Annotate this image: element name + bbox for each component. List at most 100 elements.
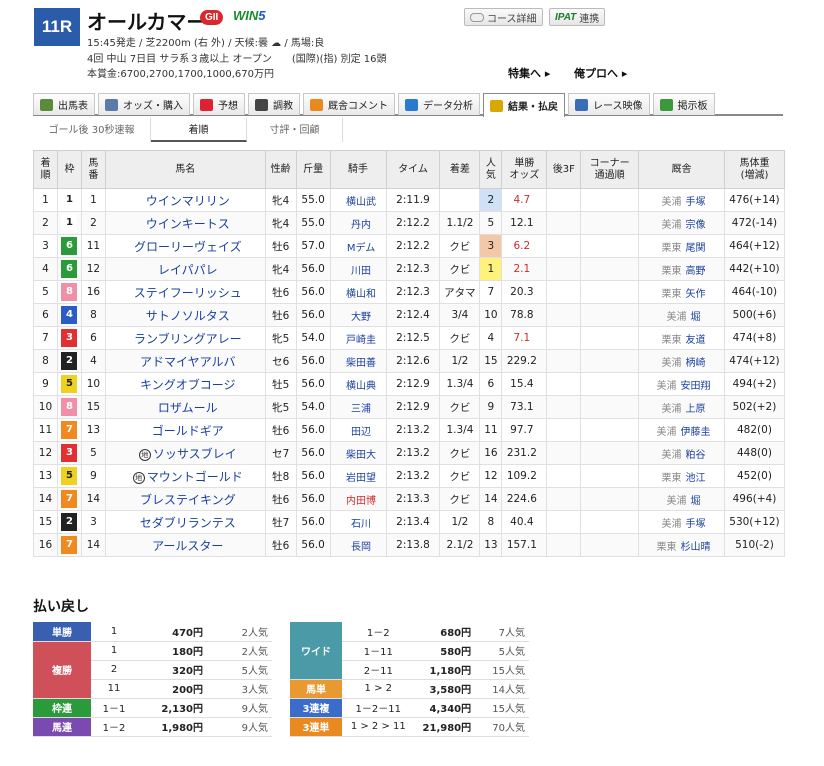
horse-name-link[interactable]: マウントゴールド — [147, 470, 243, 484]
horse-name-cell[interactable]: 地ソッサスブレイ — [104, 441, 266, 465]
jockey-cell[interactable]: 丹内 — [329, 211, 387, 235]
horse-name-cell[interactable]: キングオブコージ — [104, 372, 266, 396]
subtab-2[interactable]: 着順 — [151, 118, 247, 142]
trainer-name-link[interactable]: 粕谷 — [685, 450, 705, 461]
trainer-name-link[interactable]: 堀 — [690, 496, 700, 507]
trainer-name-link[interactable]: 池江 — [685, 473, 705, 484]
tab-5[interactable]: 厩舎コメント — [303, 93, 395, 115]
horse-name-cell[interactable]: レイパパレ — [104, 257, 266, 281]
horse-name-cell[interactable]: サトノソルタス — [104, 303, 266, 327]
trainer-name-link[interactable]: 杉山晴 — [680, 542, 710, 553]
tab-7[interactable]: 結果・払戻 — [483, 93, 565, 117]
trainer-cell[interactable]: 栗東 池江 — [638, 464, 725, 488]
trainer-cell[interactable]: 美浦 伊藤圭 — [638, 418, 725, 442]
horse-name-cell[interactable]: 地マウントゴールド — [104, 464, 266, 488]
horse-name-link[interactable]: グローリーヴェイズ — [134, 240, 242, 254]
trainer-cell[interactable]: 栗東 杉山晴 — [638, 533, 725, 557]
trainer-name-link[interactable]: 矢作 — [685, 289, 705, 300]
payout-amount: 470円 — [137, 622, 207, 642]
trainer-cell[interactable]: 栗東 矢作 — [638, 280, 725, 304]
horse-name-cell[interactable]: アールスター — [104, 533, 266, 557]
horse-name-link[interactable]: ランブリングアレー — [134, 332, 242, 346]
horse-name-cell[interactable]: セダブリランテス — [104, 510, 266, 534]
tab-8[interactable]: レース映像 — [568, 93, 650, 115]
race-header: 11R オールカマー GII WIN5 15:45発走 / 芝2200m (右 … — [0, 0, 824, 90]
horse-name-link[interactable]: セダブリランテス — [140, 516, 236, 530]
horse-name-link[interactable]: アドマイヤアルバ — [140, 355, 236, 369]
horse-name-link[interactable]: アールスター — [152, 539, 223, 553]
tab-6[interactable]: データ分析 — [398, 93, 480, 115]
ipat-link-button[interactable]: IPAT 連携 — [549, 8, 606, 26]
jockey-cell[interactable]: 長岡 — [329, 533, 387, 557]
trainer-cell[interactable]: 美浦 上原 — [638, 395, 725, 419]
trainer-name-link[interactable]: 上原 — [685, 404, 705, 415]
jockey-cell[interactable]: 横山武 — [329, 188, 387, 212]
trainer-name-link[interactable]: 安田翔 — [680, 381, 710, 392]
horse-name-cell[interactable]: ステイフーリッシュ — [104, 280, 266, 304]
trainer-name-link[interactable]: 尾関 — [685, 243, 705, 254]
course-detail-button[interactable]: コース詳細 — [464, 8, 543, 26]
waku-badge: 7 — [61, 421, 78, 439]
tab-4[interactable]: 調教 — [248, 93, 300, 115]
horse-name-link[interactable]: ステイフーリッシュ — [134, 286, 242, 300]
tab-3[interactable]: 予想 — [193, 93, 245, 115]
trainer-cell[interactable]: 栗東 友道 — [638, 326, 725, 350]
trainer-name-link[interactable]: 手塚 — [685, 519, 705, 530]
horse-name-cell[interactable]: ブレステイキング — [104, 487, 266, 511]
horse-name-link[interactable]: ロザムール — [158, 401, 218, 415]
horse-name-cell[interactable]: ゴールドギア — [104, 418, 266, 442]
jockey-cell[interactable]: 柴田大 — [329, 441, 387, 465]
trainer-cell[interactable]: 美浦堀 — [638, 303, 725, 327]
trainer-cell[interactable]: 栗東 尾関 — [638, 234, 725, 258]
horse-name-link[interactable]: ソッサスブレイ — [153, 447, 237, 461]
horse-name-link[interactable]: サトノソルタス — [146, 309, 230, 323]
jockey-cell[interactable]: 柴田善 — [329, 349, 387, 373]
trainer-cell[interactable]: 美浦 柄崎 — [638, 349, 725, 373]
trainer-cell[interactable]: 美浦 粕谷 — [638, 441, 725, 465]
subtab-3[interactable]: 寸評・回顧 — [247, 118, 343, 142]
trainer-name-link[interactable]: 堀 — [690, 312, 700, 323]
orepro-link[interactable]: 俺プロへ ▸ — [574, 65, 627, 81]
jockey-cell[interactable]: 田辺 — [329, 418, 387, 442]
jockey-cell[interactable]: 横山和 — [329, 280, 387, 304]
jockey-cell[interactable]: 岩田望 — [329, 464, 387, 488]
jockey-cell[interactable]: 内田博 — [329, 487, 387, 511]
horse-name-link[interactable]: キングオブコージ — [140, 378, 235, 392]
trainer-cell[interactable]: 美浦堀 — [638, 487, 725, 511]
horse-name-cell[interactable]: グローリーヴェイズ — [104, 234, 266, 258]
payout-type-label: 馬単 — [290, 679, 342, 699]
horse-name-link[interactable]: ゴールドギア — [152, 424, 224, 438]
trainer-name-link[interactable]: 柄崎 — [685, 358, 705, 369]
jockey-cell[interactable]: 横山典 — [329, 372, 387, 396]
horse-name-link[interactable]: ウインキートス — [146, 217, 230, 231]
tab-2[interactable]: オッズ・購入 — [98, 93, 190, 115]
horse-name-link[interactable]: ウインマリリン — [146, 194, 230, 208]
horse-name-cell[interactable]: ウインキートス — [104, 211, 266, 235]
trainer-cell[interactable]: 美浦 宗像 — [638, 211, 725, 235]
horse-name-cell[interactable]: ウインマリリン — [104, 188, 266, 212]
jockey-cell[interactable]: 石川 — [329, 510, 387, 534]
jockey-cell[interactable]: 戸崎圭 — [329, 326, 387, 350]
horse-name-link[interactable]: ブレステイキング — [140, 493, 236, 507]
horse-name-cell[interactable]: ランブリングアレー — [104, 326, 266, 350]
jockey-cell[interactable]: 大野 — [329, 303, 387, 327]
horse-name-link[interactable]: レイパパレ — [158, 263, 218, 277]
trainer-name-link[interactable]: 手塚 — [685, 197, 705, 208]
trainer-name-link[interactable]: 高野 — [685, 266, 705, 277]
horse-name-cell[interactable]: ロザムール — [104, 395, 266, 419]
jockey-cell[interactable]: Mデム — [329, 234, 387, 258]
trainer-name-link[interactable]: 伊藤圭 — [680, 427, 710, 438]
jockey-cell[interactable]: 川田 — [329, 257, 387, 281]
trainer-name-link[interactable]: 宗像 — [685, 220, 705, 231]
trainer-name-link[interactable]: 友道 — [685, 335, 705, 346]
trainer-cell[interactable]: 美浦 安田翔 — [638, 372, 725, 396]
trainer-cell[interactable]: 美浦 手塚 — [638, 188, 725, 212]
jockey-cell[interactable]: 三浦 — [329, 395, 387, 419]
feature-link[interactable]: 特集へ ▸ — [508, 65, 550, 81]
horse-name-cell[interactable]: アドマイヤアルバ — [104, 349, 266, 373]
trainer-cell[interactable]: 美浦 手塚 — [638, 510, 725, 534]
trainer-cell[interactable]: 栗東 高野 — [638, 257, 725, 281]
subtab-1[interactable]: ゴール後 30秒速報 — [33, 118, 151, 142]
tab-1[interactable]: 出馬表 — [33, 93, 95, 115]
tab-9[interactable]: 掲示板 — [652, 93, 715, 115]
